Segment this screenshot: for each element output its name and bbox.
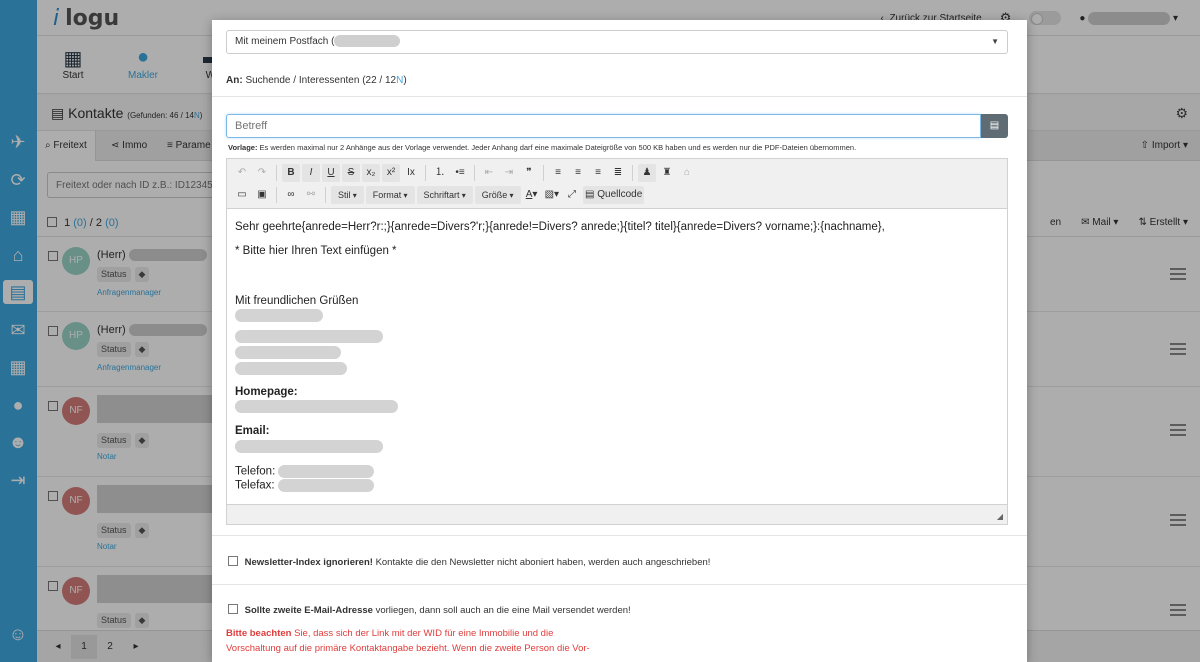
align-justify-icon[interactable]: ≣ <box>609 164 627 182</box>
blockquote-icon[interactable]: ❞ <box>520 164 538 182</box>
font-dropdown[interactable]: Schriftart <box>416 186 473 204</box>
indent-icon[interactable]: ⇥ <box>500 164 518 182</box>
salutation-text: Sehr geehrte{anrede=Herr?r:;}{anrede=Div… <box>235 221 885 233</box>
redacted-text <box>235 440 383 453</box>
second-email-option[interactable]: Sollte zweite E-Mail-Adresse vorliegen, … <box>228 604 631 616</box>
superscript-icon[interactable]: x² <box>382 164 400 182</box>
book-icon: ▤ <box>989 120 1000 131</box>
second-email-checkbox[interactable] <box>228 604 238 614</box>
bold-icon[interactable]: B <box>282 164 300 182</box>
image-icon[interactable]: ▣ <box>253 186 271 204</box>
numbered-list-icon[interactable]: ⒈ <box>431 164 449 182</box>
remove-format-icon[interactable]: Ix <box>402 164 420 182</box>
horizontal-line-icon[interactable]: ▭ <box>233 186 251 204</box>
divider <box>212 535 1027 536</box>
redacted-text <box>235 346 341 359</box>
divider <box>212 584 1027 585</box>
insert-property-placeholder-icon[interactable]: ⌂ <box>678 164 696 182</box>
maximize-icon[interactable]: ⤢ <box>563 186 581 204</box>
editor-statusbar: ◢ <box>227 504 1007 524</box>
unlink-icon[interactable]: ⚯ <box>302 186 320 204</box>
editor-toolbar: ↶ ↷ B I U S x₂ x² Ix ⒈ •≡ ⇤ ⇥ ❞ ≡ ≡ ≡ ≣ … <box>227 159 1007 209</box>
link-icon[interactable]: ∞ <box>282 186 300 204</box>
outdent-icon[interactable]: ⇤ <box>480 164 498 182</box>
redacted-text <box>235 330 383 343</box>
format-dropdown[interactable]: Format <box>365 186 415 204</box>
template-note: Vorlage: Es werden maximal nur 2 Anhänge… <box>228 143 857 152</box>
insert-person-placeholder-icon[interactable]: ♟ <box>638 164 656 182</box>
resize-handle-icon[interactable]: ◢ <box>997 512 1003 521</box>
redo-icon[interactable]: ↷ <box>253 164 271 182</box>
chevron-down-icon: ▼ <box>991 37 999 46</box>
align-left-icon[interactable]: ≡ <box>549 164 567 182</box>
phone-line: Telefon: <box>235 465 375 478</box>
subscript-icon[interactable]: x₂ <box>362 164 380 182</box>
newsletter-option[interactable]: Newsletter-Index ignorieren! Kontakte di… <box>228 556 710 568</box>
size-dropdown[interactable]: Größe <box>474 186 521 204</box>
source-icon: ▤ <box>585 189 595 200</box>
italic-icon[interactable]: I <box>302 164 320 182</box>
newsletter-ignore-checkbox[interactable] <box>228 556 238 566</box>
strikethrough-icon[interactable]: S <box>342 164 360 182</box>
insert-text-placeholder: * Bitte hier Ihren Text einfügen * <box>235 245 397 257</box>
subject-input[interactable] <box>226 114 981 138</box>
text-color-icon[interactable]: A▾ <box>523 186 541 204</box>
greeting-text: Mit freundlichen Grüßen <box>235 295 359 307</box>
source-code-button[interactable]: ▤ Quellcode <box>583 186 645 204</box>
redacted-text <box>235 362 347 375</box>
redacted-text <box>235 309 323 322</box>
mail-compose-modal: Mit meinem Postfach ( ▼ An: Suchende / I… <box>212 20 1027 662</box>
underline-icon[interactable]: U <box>322 164 340 182</box>
editor-content[interactable]: Sehr geehrte{anrede=Herr?r:;}{anrede=Div… <box>227 209 1007 504</box>
divider <box>212 96 1027 97</box>
template-book-button[interactable]: ▤ <box>981 114 1008 138</box>
sender-mailbox-select[interactable]: Mit meinem Postfach ( ▼ <box>226 30 1008 54</box>
fax-line: Telefax: <box>235 479 374 492</box>
email-label: Email: <box>235 425 270 437</box>
align-center-icon[interactable]: ≡ <box>569 164 587 182</box>
style-dropdown[interactable]: Stil <box>331 186 364 204</box>
align-right-icon[interactable]: ≡ <box>589 164 607 182</box>
warning-text: Bitte beachten Sie, dass sich der Link m… <box>226 628 590 654</box>
bulleted-list-icon[interactable]: •≡ <box>451 164 469 182</box>
background-color-icon[interactable]: ▧▾ <box>543 186 561 204</box>
homepage-label: Homepage: <box>235 386 298 398</box>
recipients-line: An: Suchende / Interessenten (22 / 12N) <box>226 75 407 86</box>
rich-text-editor: ↶ ↷ B I U S x₂ x² Ix ⒈ •≡ ⇤ ⇥ ❞ ≡ ≡ ≡ ≣ … <box>226 158 1008 525</box>
undo-icon[interactable]: ↶ <box>233 164 251 182</box>
insert-contact-placeholder-icon[interactable]: ♜ <box>658 164 676 182</box>
redacted-text <box>235 400 398 413</box>
